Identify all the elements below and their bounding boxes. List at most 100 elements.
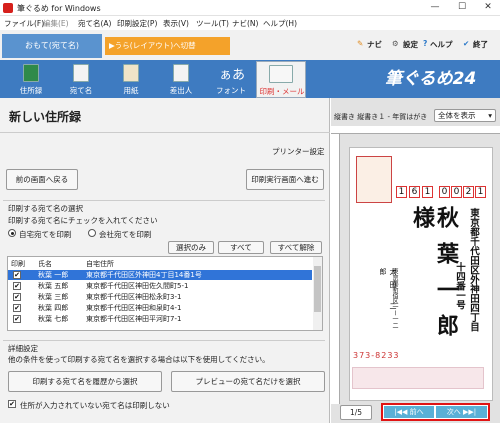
recipient-name: 秋葉一郎様	[409, 206, 459, 350]
row-checkbox[interactable]: ✔	[13, 293, 21, 301]
exit-button[interactable]: 終了	[473, 39, 488, 50]
postal-digit: 2	[463, 186, 474, 198]
ribbon-tab-sender[interactable]: 差出人	[156, 61, 206, 98]
menu-tools[interactable]: ツール(T)	[196, 18, 229, 29]
orientation-label: 縦書き 縦書き１ - 年賀はがき	[334, 113, 428, 121]
row-address: 東京都千代田区神田佐久間町5-1	[86, 282, 189, 290]
maximize-button[interactable]: ☐	[452, 0, 472, 16]
ribbon-tab-paper[interactable]: 用紙	[106, 61, 156, 98]
sender-icon	[173, 64, 189, 82]
row-address: 東京都千代田区神田和泉町4-1	[86, 304, 182, 312]
menu-navi[interactable]: ナビ(N)	[232, 18, 258, 29]
radio-home[interactable]	[8, 229, 16, 237]
ribbon-tab-recipient[interactable]: 宛て名	[56, 61, 106, 98]
ribbon-tab-font[interactable]: ぁあ フォント	[206, 61, 256, 98]
table-row[interactable]: ✔ 秋葉 三郎 東京都千代田区神田松永町3-1	[8, 292, 312, 302]
menu-help[interactable]: ヘルプ(H)	[263, 18, 297, 29]
lottery-area	[352, 367, 484, 389]
proceed-print-button[interactable]: 印刷実行画面へ進む	[246, 169, 324, 190]
header-print: 印刷	[11, 260, 25, 268]
zoom-select[interactable]: 全体を表示 ▾	[434, 109, 496, 122]
navi-icon: ✎	[357, 39, 364, 48]
postal-digit: 1	[475, 186, 486, 198]
table-row[interactable]: ✔ 秋葉 一郎 東京都千代田区外神田4丁目14番1号	[8, 270, 312, 280]
select-from-history-button[interactable]: 印刷する宛て名を履歴から選択	[8, 371, 162, 392]
back-button[interactable]: 前の画面へ戻る	[6, 169, 78, 190]
row-checkbox[interactable]: ✔	[13, 282, 21, 290]
menu-print-settings[interactable]: 印刷設定(P)	[117, 18, 157, 29]
select-only-button[interactable]: 選択のみ	[168, 241, 214, 254]
zoom-value: 全体を表示	[438, 111, 476, 120]
select-all-button[interactable]: すべて	[218, 241, 264, 254]
next-page-button[interactable]: 次へ ▶▶|	[436, 406, 487, 418]
divider	[0, 132, 330, 133]
app-logo: 筆ぐるめ24	[385, 69, 477, 89]
postal-digit: 6	[409, 186, 420, 198]
select-preview-button[interactable]: プレビューの宛て名だけを選択	[171, 371, 325, 392]
row-address: 東京都千代田区外神田4丁目14番1号	[86, 271, 202, 279]
menu-view[interactable]: 表示(V)	[163, 18, 189, 29]
ribbon-label: 印刷・メール	[259, 87, 305, 96]
chevron-down-icon: ▾	[488, 111, 492, 120]
postal-digit: 1	[396, 186, 407, 198]
ribbon-label: 用紙	[123, 86, 139, 95]
address-table: 印刷 氏名 自宅住所 ✔ 秋葉 一郎 東京都千代田区外神田4丁目14番1号 ✔ …	[7, 256, 323, 331]
last-page-icon: ▶▶|	[460, 408, 477, 416]
menu-address[interactable]: 宛て名(A)	[78, 18, 111, 29]
postcard-icon	[73, 64, 89, 82]
radio-company[interactable]	[88, 229, 96, 237]
divider	[3, 200, 325, 201]
printer-icon	[269, 65, 293, 83]
postal-digit: 1	[422, 186, 433, 198]
menu-file[interactable]: ファイル(F)	[4, 18, 44, 29]
new-year-stamp	[356, 156, 392, 203]
row-name: 秋葉 七郎	[38, 315, 69, 323]
gear-icon: ⚙	[392, 39, 399, 48]
radio-home-label: 自宅宛てを印刷	[19, 230, 72, 239]
row-checkbox[interactable]: ✔	[13, 304, 21, 312]
help-button[interactable]: ヘルプ	[430, 39, 453, 50]
details-description: 他の条件を使って印刷する宛て名を選択する場合は以下を使用してください。	[8, 355, 270, 364]
ribbon-label: 宛て名	[69, 86, 93, 95]
details-title: 詳細設定	[8, 344, 38, 353]
no-address-checkbox[interactable]: ✔	[8, 400, 16, 408]
row-checkbox[interactable]: ✔	[13, 271, 21, 279]
app-icon	[3, 3, 13, 13]
next-label: 次へ	[446, 408, 461, 416]
scrollbar-thumb[interactable]	[314, 266, 321, 312]
ribbon-label: 住所録	[19, 86, 43, 95]
paper-icon	[123, 64, 139, 82]
header-address: 自宅住所	[86, 260, 114, 268]
ribbon-tab-address-book[interactable]: 住所録	[6, 61, 56, 98]
table-row[interactable]: ✔ 秋葉 五郎 東京都千代田区神田佐久間町5-1	[8, 281, 312, 291]
divider	[3, 340, 325, 341]
radio-company-label: 会社宛てを印刷	[99, 230, 152, 239]
postal-digit: 0	[439, 186, 450, 198]
prev-page-button[interactable]: |◀◀ 前へ	[384, 406, 434, 418]
page-title: 新しい住所録	[9, 110, 82, 124]
exit-icon: ✔	[463, 39, 470, 48]
navi-button[interactable]: ナビ	[367, 39, 382, 50]
minimize-button[interactable]: —	[425, 0, 445, 16]
ribbon-label: 差出人	[169, 86, 193, 95]
clear-all-button[interactable]: すべて解除	[270, 241, 322, 254]
tab-omote[interactable]: おもて(宛て名)	[2, 34, 102, 58]
font-icon: ぁあ	[218, 68, 245, 83]
help-icon: ?	[423, 39, 428, 48]
recipient-address: 東京都千代田区外神田四丁目	[468, 208, 479, 332]
table-row[interactable]: ✔ 秋葉 四郎 東京都千代田区神田和泉町4-1	[8, 303, 312, 313]
settings-button[interactable]: 設定	[403, 39, 418, 50]
table-header: 印刷 氏名 自宅住所	[8, 259, 312, 269]
table-row[interactable]: ✔ 秋葉 七郎 東京都千代田区神田平河町7-1	[8, 314, 312, 324]
ribbon-tab-print-mail[interactable]: 印刷・メール	[256, 61, 306, 98]
page-indicator: 1/5	[340, 405, 372, 420]
row-name: 秋葉 四郎	[38, 304, 69, 312]
printer-settings-link[interactable]: プリンター設定	[272, 146, 325, 157]
switch-ura-button[interactable]: ▶うら(レイアウト)へ切替	[105, 37, 230, 55]
ribbon-label: フォント	[216, 86, 246, 95]
menu-edit[interactable]: 編集(E)	[43, 18, 69, 29]
row-address: 東京都千代田区神田平河町7-1	[86, 315, 182, 323]
close-button[interactable]: ✕	[478, 0, 498, 16]
row-name: 秋葉 三郎	[38, 293, 69, 301]
row-checkbox[interactable]: ✔	[13, 315, 21, 323]
